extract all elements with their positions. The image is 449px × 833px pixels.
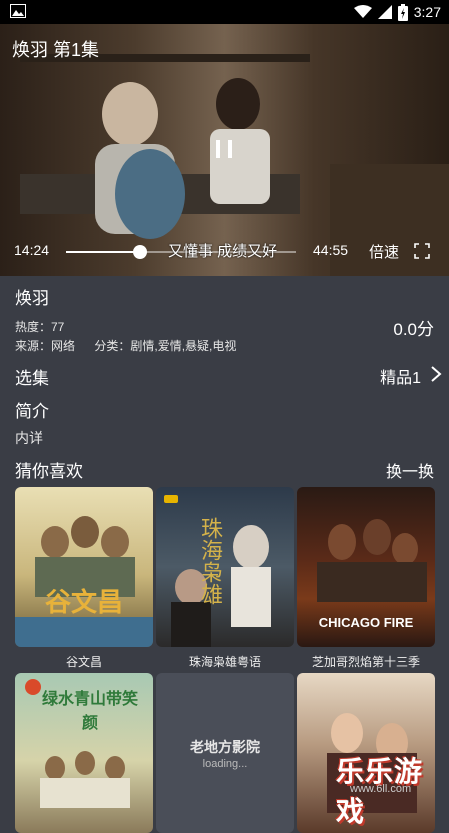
status-bar: 3:27: [0, 0, 449, 24]
fullscreen-icon[interactable]: [414, 243, 430, 259]
current-time: 14:24: [14, 242, 50, 258]
progress-fill: [66, 251, 140, 253]
poster-title: 珠海枭雄粤语: [188, 655, 261, 669]
poster-card[interactable]: 谷文昌: [15, 487, 153, 647]
chevron-right-icon[interactable]: [430, 365, 442, 383]
video-title: 焕羽 第1集: [12, 40, 100, 60]
heat-label: 热度：77: [15, 320, 65, 334]
poster-card[interactable]: 老地方影院 loading...: [156, 673, 294, 833]
refresh-button[interactable]: 换一换: [386, 458, 434, 482]
poster-image: [15, 516, 153, 647]
watermark-url: www.6ll.com: [350, 783, 412, 795]
episodes-label: 选集: [15, 369, 49, 388]
wifi-icon: [353, 5, 372, 18]
poster-loading: loading...: [202, 758, 248, 770]
subtitle-text: 又懂事 成绩又好: [168, 243, 278, 260]
recommend-label: 猜你喜欢: [15, 462, 83, 481]
poster-card[interactable]: CHICAGO FIRE: [297, 487, 435, 647]
poster-card[interactable]: 珠海枭雄: [156, 487, 294, 647]
pause-icon[interactable]: [212, 137, 236, 161]
poster-text: 谷文昌: [44, 587, 123, 617]
progress-thumb[interactable]: [132, 245, 147, 259]
signal-icon: [377, 5, 392, 19]
image-notification-icon: [10, 4, 26, 18]
speed-button[interactable]: 倍速: [369, 241, 399, 262]
category-label: 分类：剧情,爱情,悬疑,电视: [94, 339, 237, 353]
poster-text: 绿水青山带笑颜: [41, 691, 138, 732]
source-label: 来源：网络: [15, 339, 76, 353]
poster-title: 谷文昌: [65, 655, 102, 669]
poster-text: CHICAGO FIRE: [318, 615, 414, 630]
episode-selector[interactable]: 精品1: [380, 364, 421, 388]
video-player[interactable]: 焕羽 第1集 14:24 又懂事 成绩又好 44:55 倍速: [0, 24, 449, 276]
poster-text: 珠海枭雄: [198, 517, 223, 605]
battery-icon: [397, 3, 408, 21]
intro-label: 简介: [15, 402, 49, 421]
intro-detail: 内详: [15, 430, 43, 446]
clock: 3:27: [413, 4, 441, 20]
meta-row: 来源：网络 分类：剧情,爱情,悬疑,电视: [15, 337, 252, 354]
poster-card[interactable]: 绿水青山带笑颜: [15, 673, 153, 833]
score-label: 0.0分: [393, 320, 434, 339]
show-title: 焕羽: [15, 289, 49, 308]
poster-title: 芝加哥烈焰第十三季: [311, 655, 420, 669]
poster-text: 老地方影院: [190, 739, 260, 755]
total-time: 44:55: [313, 242, 349, 258]
